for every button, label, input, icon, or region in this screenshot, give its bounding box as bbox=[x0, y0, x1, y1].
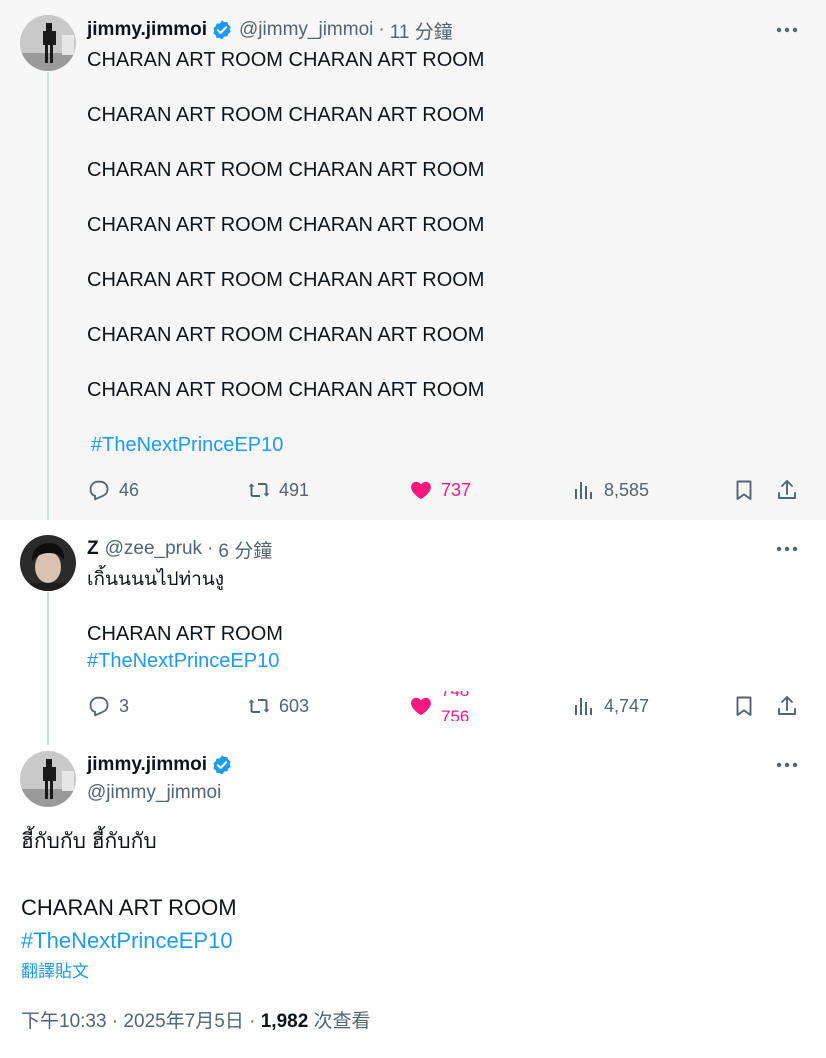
author-handle[interactable]: @jimmy_jimmoi bbox=[239, 19, 373, 41]
repost-count: 603 bbox=[279, 695, 310, 716]
tweet-text-line: ฮี้กับกับ ฮี้กับกับ bbox=[21, 830, 157, 853]
share-button[interactable] bbox=[775, 475, 799, 505]
hashtag-link[interactable]: #TheNextPrinceEP10 bbox=[91, 432, 283, 459]
timestamp[interactable]: 6 分鐘 bbox=[218, 536, 272, 563]
thread-line bbox=[47, 592, 49, 745]
views-icon bbox=[575, 482, 592, 499]
verified-badge-icon[interactable] bbox=[211, 19, 233, 41]
like-button[interactable]: 748 756 bbox=[409, 691, 481, 721]
more-icon[interactable] bbox=[776, 19, 798, 41]
author-name[interactable]: jimmy.jimmoi bbox=[87, 19, 207, 41]
separator-dot: · bbox=[207, 538, 214, 559]
tweet-text-line: CHARAN ART ROOM CHARAN ART ROOM bbox=[87, 379, 485, 401]
author-name[interactable]: jimmy.jimmoi bbox=[87, 754, 207, 776]
views-button[interactable]: 8,585 bbox=[572, 475, 649, 505]
views-button[interactable]: 4,747 bbox=[572, 691, 649, 721]
reply-count: 3 bbox=[119, 695, 130, 716]
repost-icon bbox=[248, 483, 270, 497]
more-icon[interactable] bbox=[776, 754, 798, 776]
views-count: 8,585 bbox=[604, 479, 650, 500]
tweet-header: jimmy.jimmoi @jimmy_jimmoi · 11 分鐘 bbox=[87, 17, 453, 43]
post-meta: 下午10:33 · 2025年7月5日 · 1,982 次查看 bbox=[21, 1009, 371, 1035]
tweet-text-line: CHARAN ART ROOM CHARAN ART ROOM bbox=[87, 269, 485, 291]
share-icon bbox=[778, 696, 796, 715]
tweet-text-line: CHARAN ART ROOM bbox=[21, 895, 237, 920]
author-name[interactable]: Z bbox=[87, 538, 99, 560]
share-button[interactable] bbox=[775, 691, 799, 721]
timestamp[interactable]: 11 分鐘 bbox=[390, 17, 453, 44]
bookmark-icon bbox=[736, 696, 752, 716]
tweet-text-line: CHARAN ART ROOM CHARAN ART ROOM bbox=[87, 104, 485, 126]
author-handle[interactable]: @jimmy_jimmoi bbox=[87, 782, 221, 804]
tweet-header: jimmy.jimmoi bbox=[87, 752, 233, 778]
post-timestamp[interactable]: 下午10:33 · 2025年7月5日 · bbox=[21, 1011, 261, 1032]
hashtag-link[interactable]: #TheNextPrinceEP10 bbox=[21, 926, 233, 956]
tweet-1[interactable]: jimmy.jimmoi @jimmy_jimmoi · 11 分鐘 CHARA… bbox=[0, 0, 826, 520]
reply-button[interactable]: 3 bbox=[87, 691, 129, 721]
tweet-text-line: CHARAN ART ROOM CHARAN ART ROOM bbox=[87, 159, 485, 181]
repost-button[interactable]: 603 bbox=[247, 691, 309, 721]
reply-icon bbox=[89, 696, 109, 717]
tweet-text-line: CHARAN ART ROOM CHARAN ART ROOM bbox=[87, 49, 485, 71]
heart-icon bbox=[411, 481, 431, 500]
thread-line bbox=[47, 72, 49, 520]
tweet-text-line: เกิ้นนนนไปท่านงู bbox=[87, 569, 225, 590]
reply-button[interactable]: 46 bbox=[87, 475, 139, 505]
repost-count: 491 bbox=[279, 479, 310, 500]
post-views-label: 次查看 bbox=[308, 1011, 371, 1032]
bookmark-button[interactable] bbox=[732, 475, 756, 505]
like-count-current: 756 bbox=[441, 707, 470, 721]
post-views-count: 1,982 bbox=[260, 1011, 309, 1032]
author-handle-row: @jimmy_jimmoi bbox=[87, 780, 221, 806]
repost-button[interactable]: 491 bbox=[247, 475, 309, 505]
heart-icon bbox=[411, 697, 431, 716]
reply-count: 46 bbox=[119, 479, 140, 500]
verified-badge-icon[interactable] bbox=[211, 754, 233, 776]
author-handle[interactable]: @zee_pruk bbox=[105, 538, 202, 560]
hashtag-link[interactable]: #TheNextPrinceEP10 bbox=[87, 648, 279, 675]
tweet-text-line: CHARAN ART ROOM CHARAN ART ROOM bbox=[87, 214, 485, 236]
like-button[interactable]: 737 bbox=[409, 475, 471, 505]
share-icon bbox=[778, 480, 796, 499]
more-icon[interactable] bbox=[776, 538, 798, 560]
tweet-3-focused[interactable]: jimmy.jimmoi @jimmy_jimmoi ฮี้กับกับ ฮี้… bbox=[0, 745, 826, 1058]
views-count: 4,747 bbox=[604, 695, 650, 716]
like-count: 748 756 bbox=[441, 691, 481, 721]
tweet-header: Z @zee_pruk · 6 分鐘 bbox=[87, 536, 272, 562]
tweet-text-line: CHARAN ART ROOM CHARAN ART ROOM bbox=[87, 324, 485, 346]
like-count-previous: 748 bbox=[441, 691, 469, 701]
avatar[interactable] bbox=[20, 751, 76, 807]
views-icon bbox=[575, 698, 592, 715]
action-bar: 46 491 737 8,585 bbox=[87, 475, 806, 505]
avatar[interactable] bbox=[20, 15, 76, 71]
action-bar: 3 603 748 756 4,747 bbox=[87, 691, 806, 721]
reply-icon bbox=[89, 480, 109, 501]
tweet-2[interactable]: Z @zee_pruk · 6 分鐘 เกิ้นนนนไปท่านงู CHAR… bbox=[0, 520, 826, 745]
tweet-text-line: CHARAN ART ROOM bbox=[87, 623, 283, 645]
avatar[interactable] bbox=[20, 535, 76, 591]
bookmark-button[interactable] bbox=[732, 691, 756, 721]
like-count: 737 bbox=[441, 479, 472, 500]
separator-dot: · bbox=[378, 19, 385, 40]
bookmark-icon bbox=[736, 480, 752, 500]
repost-icon bbox=[248, 699, 270, 713]
translate-post-link[interactable]: 翻譯貼文 bbox=[21, 961, 89, 983]
